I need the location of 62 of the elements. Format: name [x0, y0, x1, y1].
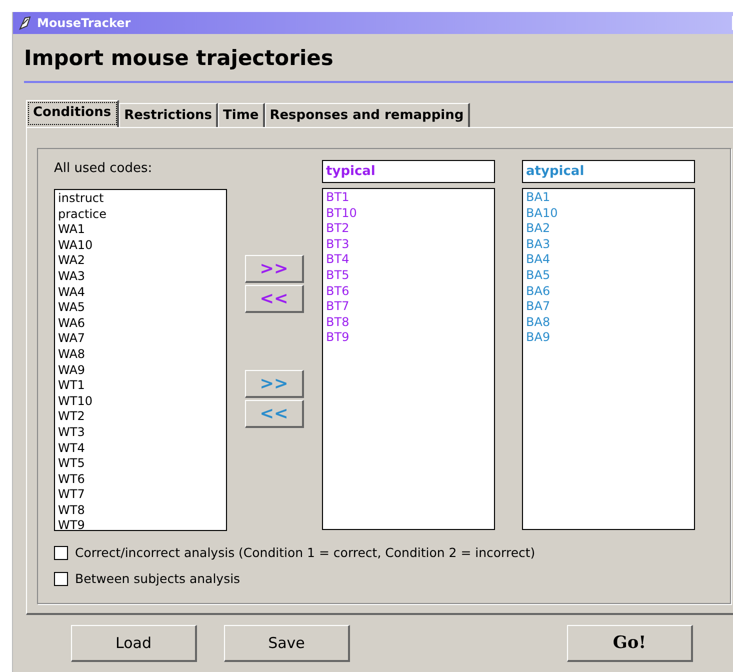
list-item[interactable]: BT6: [326, 284, 491, 300]
checkbox[interactable]: [54, 546, 68, 560]
list-item[interactable]: WA4: [58, 284, 223, 300]
list-item[interactable]: WA10: [58, 238, 223, 254]
add-button[interactable]: >>: [245, 255, 304, 283]
tab[interactable]: Responses and remapping: [264, 103, 470, 127]
tab[interactable]: Conditions: [26, 100, 120, 127]
list-item[interactable]: WT1: [58, 378, 223, 394]
codes-list[interactable]: instruct practice WA1 WA10 WA2 WA3 WA4 WA5 WA6 WA7 WA8 WA9 WT1 WT10 WT2 WT3 WT4 WT5 WT6 WT7 WT8 WT9: [54, 189, 227, 531]
condition-name-field[interactable]: typical: [322, 160, 495, 183]
list-item[interactable]: WT4: [58, 440, 223, 456]
list-item[interactable]: instruct: [58, 191, 223, 207]
list-item[interactable]: WT6: [58, 472, 223, 488]
list-item[interactable]: BA4: [526, 252, 691, 268]
list-item[interactable]: WT3: [58, 424, 223, 440]
condition-list[interactable]: BA1 BA10 BA2 BA3 BA4 BA5 BA6 BA7 BA8 BA9: [522, 188, 695, 530]
dialog-button[interactable]: Save: [224, 625, 350, 662]
dialog-button[interactable]: Load: [71, 625, 197, 662]
list-item[interactable]: BA2: [526, 221, 691, 237]
checkbox[interactable]: [54, 572, 68, 586]
list-item[interactable]: BT2: [326, 221, 491, 237]
list-item[interactable]: WA9: [58, 362, 223, 378]
list-item[interactable]: BA7: [526, 299, 691, 315]
list-item[interactable]: WA3: [58, 268, 223, 285]
tab[interactable]: Time: [218, 103, 265, 127]
list-item[interactable]: BT8: [326, 314, 491, 330]
list-item[interactable]: WT10: [58, 394, 223, 410]
list-label: All used codes:: [54, 160, 154, 178]
list-item[interactable]: BA6: [526, 284, 691, 300]
list-item[interactable]: BA3: [526, 236, 691, 252]
condition-list[interactable]: BT1 BT10 BT2 BT3 BT4 BT5 BT6 BT7 BT8 BT9: [322, 188, 495, 530]
list-item[interactable]: WT7: [58, 487, 223, 503]
tab[interactable]: Restrictions: [119, 103, 218, 127]
list-item[interactable]: WT8: [58, 502, 223, 518]
dialog-button[interactable]: Go!: [567, 625, 693, 662]
list-item[interactable]: BT1: [326, 190, 491, 206]
list-item[interactable]: BT10: [326, 206, 491, 222]
list-item[interactable]: BT5: [326, 268, 491, 284]
checkbox-label: Correct/incorrect analysis (Condition 1 = correct, Condition 2 = incorrect): [75, 545, 536, 560]
list-item[interactable]: BT7: [326, 299, 491, 315]
window-title: MouseTracker: [37, 16, 131, 30]
list-item[interactable]: WA5: [58, 300, 223, 316]
list-item[interactable]: WA6: [58, 316, 223, 332]
list-item[interactable]: WA7: [58, 331, 223, 347]
list-item[interactable]: BA8: [526, 314, 691, 330]
list-item[interactable]: WA2: [58, 253, 223, 269]
list-item[interactable]: WT5: [58, 456, 223, 472]
list-item[interactable]: WA1: [58, 222, 223, 238]
list-item[interactable]: BA9: [526, 330, 691, 346]
list-item[interactable]: WA8: [58, 346, 223, 363]
list-item[interactable]: BA5: [526, 268, 691, 284]
list-item[interactable]: BA1: [526, 190, 691, 206]
condition-name-field[interactable]: atypical: [522, 160, 695, 183]
list-item[interactable]: BT4: [326, 252, 491, 268]
checkbox-label: Between subjects analysis: [75, 571, 240, 586]
dialog-heading: Import mouse trajectories: [23, 45, 334, 72]
list-item[interactable]: practice: [58, 206, 223, 222]
remove-button[interactable]: <<: [245, 285, 304, 313]
list-item[interactable]: BT3: [326, 236, 491, 252]
list-item[interactable]: BA10: [526, 206, 691, 222]
list-item[interactable]: BT9: [326, 330, 491, 346]
list-item[interactable]: WT2: [58, 409, 223, 425]
